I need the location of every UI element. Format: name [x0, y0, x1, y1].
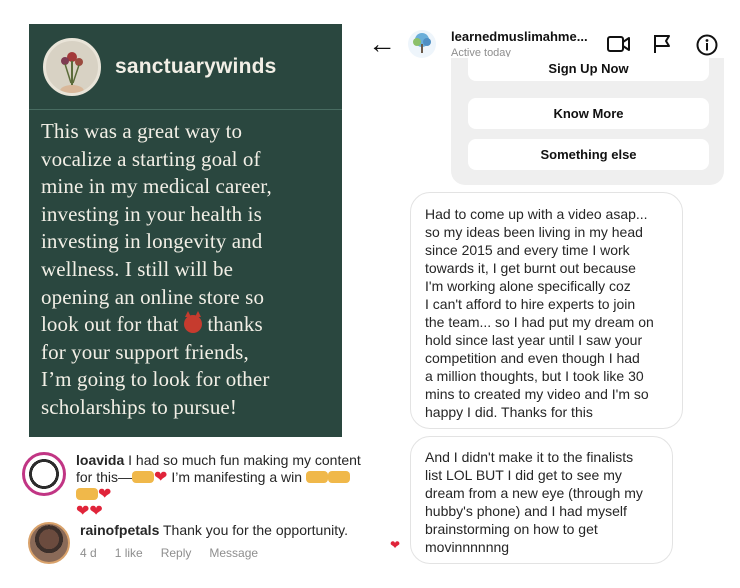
dm-username[interactable]: learnedmuslimahme... — [451, 29, 588, 44]
message-line: hold since last year until I saw your — [425, 332, 643, 348]
testimonial-line: wellness. I still will be — [41, 256, 234, 281]
testimonial-line: scholarships to pursue! — [41, 394, 237, 419]
video-call-icon[interactable] — [607, 34, 631, 54]
message-bubble: Had to come up with a video asap... so m… — [410, 192, 683, 429]
comment-username[interactable]: rainofpetals — [80, 522, 159, 538]
testimonial-line: vocalize a starting goal of — [41, 146, 261, 171]
testimonial-line: investing in longevity and — [41, 229, 263, 254]
comment-time: 4 d — [80, 546, 97, 560]
message-line: Had to come up with a video asap... — [425, 206, 648, 222]
message-line: And I didn't make it to the finalists — [425, 449, 634, 465]
raising-hands-icon — [305, 471, 328, 483]
message-line: hubby's phone) and I had myself — [425, 503, 627, 519]
comment-body: rainofpetals Thank you for the opportuni… — [80, 522, 348, 564]
profile-avatar — [43, 37, 101, 96]
testimonial-line: mine in my medical career, — [41, 174, 272, 199]
avatar[interactable] — [28, 522, 70, 564]
tree-logo-icon — [413, 33, 431, 53]
testimonial-line: look out for that thanks — [41, 311, 342, 339]
raising-hands-icon — [132, 471, 155, 483]
comment-username[interactable]: loavida — [76, 452, 124, 468]
message-bubble: And I didn't make it to the finalists li… — [410, 436, 673, 564]
testimonial-header: sanctuarywinds — [29, 24, 342, 110]
info-icon[interactable] — [696, 34, 718, 56]
testimonial-text: This was a great way to vocalize a start… — [29, 110, 342, 422]
flag-icon[interactable] — [653, 34, 671, 54]
back-arrow-icon[interactable]: ← — [368, 30, 396, 58]
message-line: happy I did. Thanks for this — [425, 404, 593, 420]
testimonial-line: for your support friends, — [41, 339, 249, 364]
message-line: so my ideas been living in my head — [425, 224, 643, 240]
quick-reply-panel: Sign Up Now Know More Something else — [451, 57, 724, 185]
raising-hands-icon — [327, 471, 350, 483]
message-line: dream from a new eye (through my — [425, 485, 643, 501]
comment-text: I’m manifesting a win — [171, 469, 303, 485]
message-link[interactable]: Message — [209, 545, 258, 562]
message-line: brainstorming on how to get — [425, 521, 598, 537]
message-line: I'm working alone specifically coz — [425, 278, 631, 294]
message-line: competition and even though I had — [425, 350, 640, 366]
flower-bouquet-icon — [60, 51, 84, 93]
raising-hands-icon — [76, 488, 98, 500]
comment-body: loavida I had so much fun making my cont… — [76, 452, 362, 520]
know-more-button[interactable]: Know More — [468, 98, 709, 129]
comment-text: Thank you for the opportunity. — [163, 522, 348, 538]
avatar[interactable] — [408, 30, 436, 58]
testimonial-line-part: thanks — [207, 312, 263, 337]
heart-icon: ❤❤ — [76, 503, 103, 520]
testimonial-line: opening an online store so — [41, 284, 265, 309]
comment-text: I had so much fun making my content — [128, 452, 361, 468]
avatar[interactable] — [22, 452, 66, 496]
message-line: mins to created my video and I'm so — [425, 386, 649, 402]
comment-meta: 4 d 1 like Reply Message — [80, 545, 348, 562]
message-line: movinnnnnng — [425, 539, 510, 555]
devil-emoji-icon — [183, 311, 202, 334]
heart-icon: ❤ — [154, 469, 168, 486]
testimonial-line: I’m going to look for other — [41, 367, 270, 392]
testimonial-card: sanctuarywinds This was a great way to v… — [29, 24, 342, 437]
message-line: towards it, I get burnt out because — [425, 260, 636, 276]
reply-link[interactable]: Reply — [161, 545, 192, 562]
message-line: the team... so I had put my dream on — [425, 314, 654, 330]
heart-reaction-icon[interactable]: ❤ — [390, 538, 400, 552]
comment-loavida: loavida I had so much fun making my cont… — [22, 452, 362, 520]
comment-rainofpetals: rainofpetals Thank you for the opportuni… — [28, 522, 368, 564]
comment-text: for this— — [76, 469, 133, 485]
message-line: list LOL BUT I did get to see my — [425, 467, 622, 483]
testimonial-line: investing in your health is — [41, 201, 262, 226]
heart-icon: ❤ — [98, 486, 112, 503]
testimonial-line: This was a great way to — [41, 119, 243, 143]
testimonial-line-part: look out for that — [41, 312, 179, 337]
sign-up-now-button[interactable]: Sign Up Now — [468, 57, 709, 81]
testimonial-handle: sanctuarywinds — [115, 54, 277, 78]
message-line: since 2015 and every time I work — [425, 242, 630, 258]
something-else-button[interactable]: Something else — [468, 139, 709, 170]
message-line: I can't afford to hire experts to join — [425, 296, 636, 312]
message-line: a million thoughts, but I took like 30 — [425, 368, 644, 384]
comment-likes[interactable]: 1 like — [115, 545, 143, 562]
